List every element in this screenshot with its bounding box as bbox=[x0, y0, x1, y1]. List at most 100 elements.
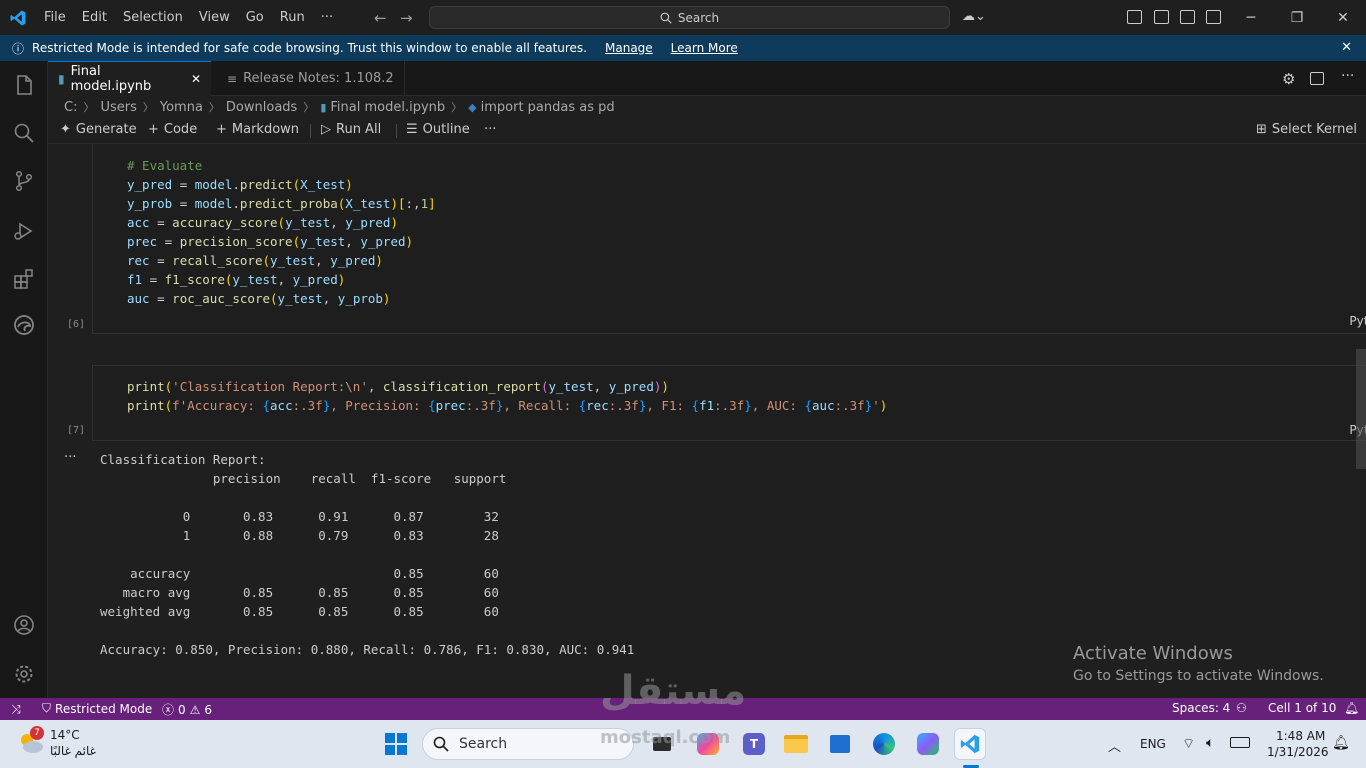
code-cell[interactable]: print('Classification Report:\n', classi… bbox=[92, 365, 1366, 441]
output-more-icon[interactable]: ··· bbox=[64, 450, 76, 465]
code-cell[interactable]: # Evaluate y_pred = model.predict(X_test)… bbox=[92, 144, 1366, 334]
weather-widget-icon[interactable]: 7 bbox=[16, 726, 46, 758]
code-line: y_prob = model.predict_proba(X_test)[:,1… bbox=[127, 196, 436, 211]
warning-count: 6 bbox=[204, 702, 213, 717]
wifi-icon[interactable]: ⌔ bbox=[1182, 735, 1195, 753]
more-actions-icon[interactable]: ··· bbox=[1341, 68, 1354, 84]
restricted-mode-status[interactable]: ⛉ Restricted Mode bbox=[42, 701, 152, 716]
remote-indicator[interactable]: ⤨ bbox=[0, 698, 32, 720]
cell-position-status[interactable]: Cell 1 of 10 bbox=[1268, 701, 1336, 715]
edge-devtools-icon[interactable] bbox=[12, 313, 36, 337]
breadcrumb-item[interactable]: Final model.ipynb bbox=[330, 100, 445, 115]
plus-icon: + bbox=[148, 122, 159, 137]
run-debug-icon[interactable] bbox=[12, 219, 36, 243]
output-line: 0 0.83 0.91 0.87 32 bbox=[100, 509, 499, 524]
breadcrumb: C: 〉 Users 〉 Yomna 〉 Downloads 〉 ▮ Final… bbox=[48, 96, 1366, 118]
split-editor-icon[interactable] bbox=[1310, 72, 1324, 85]
toggle-secondary-sidebar-icon[interactable] bbox=[1206, 10, 1221, 24]
restore-icon[interactable]: ❐ bbox=[1274, 0, 1320, 35]
output-line: macro avg 0.85 0.85 0.85 60 bbox=[100, 585, 499, 600]
tray-overflow-chevron-icon[interactable]: ︿ bbox=[1108, 736, 1121, 755]
problems-status[interactable]: ⓧ 0 ⚠ 6 bbox=[162, 701, 212, 718]
account-icon[interactable] bbox=[12, 613, 36, 637]
menu-edit[interactable]: Edit bbox=[74, 0, 115, 35]
microsoft-store-icon[interactable] bbox=[824, 728, 856, 760]
copilot-icon[interactable]: ☁⌄ bbox=[962, 9, 986, 24]
close-window-icon[interactable]: ✕ bbox=[1320, 0, 1366, 35]
volume-icon[interactable]: 🔈︎ bbox=[1206, 735, 1214, 751]
cell-source[interactable]: # Evaluate y_pred = model.predict(X_test)… bbox=[127, 156, 436, 308]
tab-final-model[interactable]: ▮ Final model.ipynb ✕ bbox=[48, 61, 211, 96]
start-button[interactable] bbox=[380, 728, 412, 760]
chevron-right-icon: 〉 bbox=[83, 101, 95, 114]
learn-more-link[interactable]: Learn More bbox=[671, 41, 738, 55]
copilot-status-icon[interactable]: ⚇ bbox=[1236, 701, 1247, 715]
cell-language-label[interactable]: Python bbox=[1349, 314, 1366, 328]
command-center-search[interactable]: Search bbox=[429, 6, 950, 29]
tab-release-notes[interactable]: ≡ Release Notes: 1.108.2 bbox=[215, 61, 405, 96]
run-all-icon: ▷ bbox=[321, 122, 331, 137]
menu-view[interactable]: View bbox=[191, 0, 238, 35]
back-arrow-icon[interactable]: ← bbox=[374, 9, 387, 27]
manage-link[interactable]: Manage bbox=[605, 41, 653, 55]
breadcrumb-item[interactable]: Downloads bbox=[226, 100, 297, 115]
toggle-panel-icon[interactable] bbox=[1180, 10, 1195, 24]
select-kernel-button[interactable]: ⊞ Select Kernel bbox=[1256, 122, 1357, 137]
toolbar-more-button[interactable]: ··· bbox=[484, 122, 496, 137]
chevron-right-icon: 〉 bbox=[208, 101, 220, 114]
toolbar-divider bbox=[396, 124, 397, 138]
vertical-scrollbar[interactable] bbox=[1356, 349, 1366, 469]
search-icon[interactable] bbox=[12, 121, 36, 145]
search-icon bbox=[433, 736, 449, 752]
menu-selection[interactable]: Selection bbox=[115, 0, 191, 35]
extensions-icon[interactable] bbox=[12, 267, 36, 291]
shield-icon: ⛉ bbox=[42, 701, 52, 715]
edge-browser-icon[interactable] bbox=[868, 728, 900, 760]
breadcrumb-item[interactable]: import pandas as pd bbox=[481, 100, 615, 115]
chevron-right-icon: 〉 bbox=[142, 101, 154, 114]
run-all-button[interactable]: ▷ Run All bbox=[321, 122, 381, 137]
cell-output: Classification Report: precision recall … bbox=[100, 450, 634, 659]
weather-desc[interactable]: غائم غالبًا bbox=[50, 744, 96, 758]
execution-count: [7] bbox=[67, 425, 86, 436]
settings-gear-icon[interactable]: ⚙ bbox=[1282, 70, 1295, 88]
outline-button[interactable]: ☰ Outline bbox=[406, 122, 470, 137]
weather-badge: 7 bbox=[30, 726, 44, 740]
close-tab-icon[interactable]: ✕ bbox=[191, 72, 201, 86]
menu-run[interactable]: Run bbox=[272, 0, 313, 35]
indentation-status[interactable]: Spaces: 4 bbox=[1172, 701, 1230, 715]
menu-more[interactable]: ··· bbox=[313, 0, 341, 35]
clock-date[interactable]: 1/31/2026 bbox=[1267, 745, 1329, 759]
add-code-button[interactable]: + Code bbox=[148, 122, 197, 137]
m365-app-icon[interactable] bbox=[912, 728, 944, 760]
notification-center-icon[interactable]: 🔔︎ bbox=[1332, 735, 1350, 751]
weather-temp[interactable]: 14°C bbox=[50, 728, 80, 742]
toggle-panel-layout-icon[interactable] bbox=[1154, 10, 1169, 24]
notifications-bell-icon[interactable]: 🔔︎ bbox=[1344, 701, 1359, 715]
source-control-icon[interactable] bbox=[12, 169, 36, 193]
menu-file[interactable]: File bbox=[36, 0, 74, 35]
close-banner-icon[interactable]: ✕ bbox=[1341, 40, 1352, 55]
breadcrumb-item[interactable]: Yomna bbox=[160, 100, 203, 115]
activate-windows-title: Activate Windows bbox=[1073, 643, 1233, 664]
minimize-icon[interactable]: ─ bbox=[1228, 0, 1274, 35]
plus-icon: + bbox=[216, 122, 227, 137]
breadcrumb-item[interactable]: Users bbox=[100, 100, 136, 115]
teams-app-icon[interactable]: T bbox=[738, 728, 770, 760]
generate-button[interactable]: ✦ Generate bbox=[60, 122, 137, 137]
forward-arrow-icon[interactable]: → bbox=[400, 9, 413, 27]
clock-time[interactable]: 1:48 AM bbox=[1276, 729, 1325, 743]
vscode-taskbar-icon[interactable] bbox=[954, 728, 986, 760]
explorer-icon[interactable] bbox=[12, 73, 36, 97]
toggle-primary-sidebar-icon[interactable] bbox=[1127, 10, 1142, 24]
menu-go[interactable]: Go bbox=[238, 0, 272, 35]
settings-gear-icon[interactable] bbox=[12, 662, 36, 686]
input-language[interactable]: ENG bbox=[1140, 737, 1166, 751]
add-markdown-button[interactable]: + Markdown bbox=[216, 122, 299, 137]
battery-icon[interactable] bbox=[1230, 737, 1250, 748]
code-line: prec = precision_score(y_test, y_pred) bbox=[127, 234, 414, 249]
breadcrumb-item[interactable]: C: bbox=[64, 100, 77, 115]
cell-source[interactable]: print('Classification Report:\n', classi… bbox=[127, 377, 887, 415]
file-explorer-icon[interactable] bbox=[780, 728, 812, 760]
